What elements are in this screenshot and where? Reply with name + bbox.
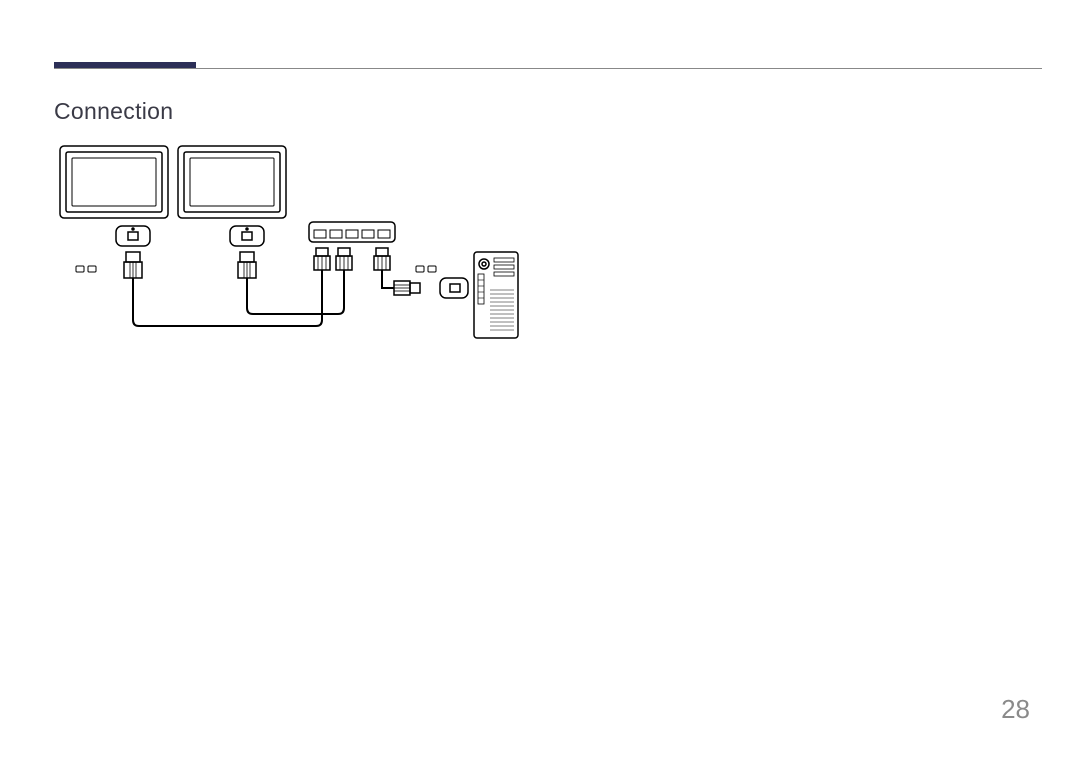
page-number: 28 — [1001, 694, 1030, 725]
display-1-port-icon — [116, 226, 150, 246]
header-divider — [54, 68, 1042, 69]
display-2-icon — [178, 146, 286, 218]
small-connector-left-icon — [76, 266, 96, 272]
hub-plug-1-icon — [314, 248, 330, 270]
pc-plug-icon — [394, 281, 420, 295]
network-hub-icon — [309, 222, 395, 242]
cable-plug-1-icon — [124, 252, 142, 278]
section-title: Connection — [54, 98, 173, 125]
hub-plug-3-icon — [374, 248, 390, 270]
connection-diagram — [54, 140, 534, 350]
computer-tower-icon — [474, 252, 518, 338]
display-2-port-icon — [230, 226, 264, 246]
hub-plug-2-icon — [336, 248, 352, 270]
display-1-icon — [60, 146, 168, 218]
cable-plug-2-icon — [238, 252, 256, 278]
pc-port-icon — [440, 278, 468, 298]
cable-paths-icon — [133, 270, 394, 326]
small-connector-right-icon — [416, 266, 436, 272]
